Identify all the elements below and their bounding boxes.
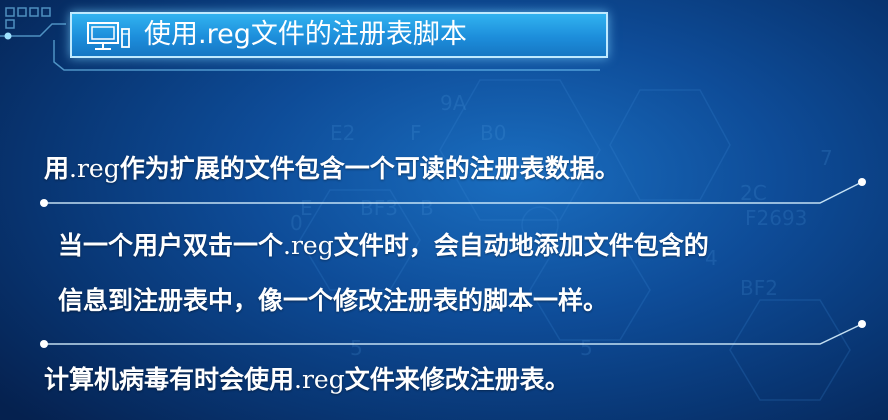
svg-text:7: 7 [820, 146, 833, 170]
svg-text:9A: 9A [440, 91, 467, 115]
line-text-reg: .reg [283, 231, 334, 260]
svg-text:F: F [410, 121, 422, 145]
page-title: 使用.reg文件的注册表脚本 [144, 19, 467, 50]
line-text-before: 当一个用户双击一个 [58, 231, 284, 260]
background-decoration: 9A F B0 E2 0 E BF3 B 2C F2693 4 BF2 5 5 … [0, 7, 866, 401]
text-line-3: 信息到注册表中，像一个修改注册表的脚本一样。 [58, 281, 608, 317]
svg-text:5: 5 [580, 336, 593, 360]
line-text-before: 用 [44, 154, 70, 183]
svg-text:F2693: F2693 [745, 206, 807, 230]
line-text-before: 计算机病毒有时会使用 [44, 365, 295, 394]
line-text-after: 文件时，会自动地添加文件包含的 [333, 231, 709, 260]
line-text-before: 信息到注册表中，像一个修改注册表的脚本一样。 [58, 286, 609, 315]
svg-text:B: B [420, 196, 434, 220]
svg-text:E2: E2 [330, 121, 355, 145]
line-text-after: 文件来修改注册表。 [344, 365, 570, 394]
svg-text:BF3: BF3 [360, 196, 398, 220]
svg-text:BF2: BF2 [740, 276, 778, 300]
line-text-after: 作为扩展的文件包含一个可读的注册表数据。 [119, 154, 620, 183]
text-line-4: 计算机病毒有时会使用.reg文件来修改注册表。 [44, 360, 570, 396]
section-title-bar: 使用.reg文件的注册表脚本 [70, 12, 608, 58]
text-line-1: 用.reg作为扩展的文件包含一个可读的注册表数据。 [44, 149, 620, 185]
svg-text:B0: B0 [480, 121, 506, 145]
line-text-reg: .reg [294, 365, 345, 394]
svg-text:2C: 2C [740, 181, 767, 205]
text-line-2: 当一个用户双击一个.reg文件时，会自动地添加文件包含的 [58, 226, 709, 262]
line-text-reg: .reg [69, 154, 120, 183]
svg-text:E: E [300, 196, 313, 220]
computer-monitor-icon [87, 22, 130, 50]
svg-text:5: 5 [350, 336, 363, 360]
